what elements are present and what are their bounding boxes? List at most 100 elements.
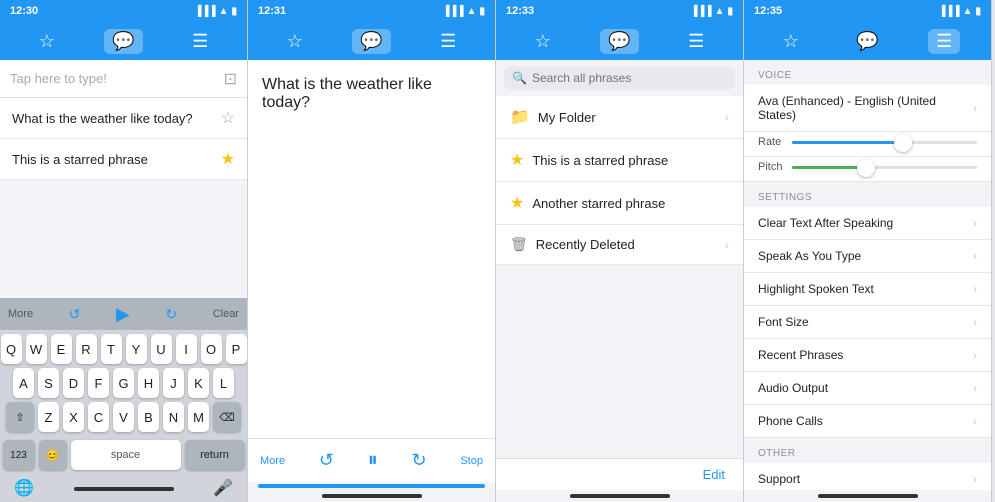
screen1: 12:30 ▐▐▐ ▲ ▮ ☆ 💬 ☰ Tap here to type! ⊡ … [0, 0, 248, 502]
text-input-area[interactable]: Tap here to type! ⊡ [0, 60, 247, 98]
section-voice: VOICE [744, 60, 991, 85]
key-return[interactable]: return [185, 440, 245, 470]
phrase-item-1[interactable]: What is the weather like today? ☆ [0, 98, 247, 139]
menu-icon[interactable]: ☰ [184, 29, 216, 54]
pitch-slider-thumb[interactable] [857, 159, 875, 177]
key-t[interactable]: T [101, 334, 122, 364]
globe-icon[interactable]: 🌐 [14, 478, 34, 498]
more-button-2[interactable]: More [260, 455, 285, 467]
play-icon[interactable]: ▶ [116, 304, 130, 325]
settings-recent-phrases[interactable]: Recent Phrases › [744, 339, 991, 372]
search-input[interactable] [532, 71, 727, 85]
menu-icon-3[interactable]: ☰ [680, 29, 712, 54]
favorites-icon-3[interactable]: ☆ [527, 29, 559, 54]
key-backspace[interactable]: ⌫ [213, 402, 241, 432]
key-c[interactable]: C [88, 402, 109, 432]
status-bar-1: 12:30 ▐▐▐ ▲ ▮ [0, 0, 247, 22]
status-icons-1: ▐▐▐ ▲ ▮ [194, 6, 237, 17]
camera-icon[interactable]: ⊡ [224, 69, 237, 89]
nav-bar-4: ☆ 💬 ☰ [744, 22, 991, 60]
star-filled-icon-1[interactable]: ★ [221, 149, 235, 169]
key-a[interactable]: A [13, 368, 34, 398]
forward-icon[interactable]: ↻ [411, 450, 426, 471]
pitch-slider-track[interactable] [792, 166, 977, 169]
key-g[interactable]: G [113, 368, 134, 398]
search-bar[interactable]: 🔍 [504, 66, 735, 90]
battery-icon-2: ▮ [479, 6, 485, 17]
key-m[interactable]: M [188, 402, 209, 432]
key-b[interactable]: B [138, 402, 159, 432]
settings-font-size[interactable]: Font Size › [744, 306, 991, 339]
key-z[interactable]: Z [38, 402, 59, 432]
folder-item-deleted[interactable]: 🗑 Recently Deleted › [496, 225, 743, 265]
key-emoji[interactable]: 😊 [39, 440, 67, 470]
settings-clear-text[interactable]: Clear Text After Speaking › [744, 207, 991, 240]
key-r[interactable]: R [76, 334, 97, 364]
search-icon: 🔍 [512, 71, 527, 85]
screen2: 12:31 ▐▐▐ ▲ ▮ ☆ 💬 ☰ What is the weather … [248, 0, 496, 502]
mic-icon[interactable]: 🎤 [213, 478, 233, 498]
playback-bar: More ↺ ⏸ ↻ Stop [248, 438, 495, 482]
menu-icon-2[interactable]: ☰ [432, 29, 464, 54]
more-button[interactable]: More [8, 308, 33, 320]
key-shift[interactable]: ⇧ [6, 402, 34, 432]
screen3-bottom: Edit [496, 458, 743, 490]
favorites-icon-4[interactable]: ☆ [775, 29, 807, 54]
key-f[interactable]: F [88, 368, 109, 398]
key-s[interactable]: S [38, 368, 59, 398]
section-other: OTHER [744, 438, 991, 463]
speech-icon[interactable]: 💬 [104, 29, 142, 54]
key-row-2: A S D F G H J K L [2, 368, 245, 398]
key-k[interactable]: K [188, 368, 209, 398]
key-y[interactable]: Y [126, 334, 147, 364]
key-i[interactable]: I [176, 334, 197, 364]
edit-button[interactable]: Edit [693, 463, 735, 486]
key-l[interactable]: L [213, 368, 234, 398]
rate-slider-container: Rate [744, 132, 991, 157]
redo-icon[interactable]: ↻ [165, 306, 177, 323]
folder-item-starred2[interactable]: ★ Another starred phrase [496, 182, 743, 225]
settings-audio-output[interactable]: Audio Output › [744, 372, 991, 405]
key-j[interactable]: J [163, 368, 184, 398]
settings-speak-as-you-type[interactable]: Speak As You Type › [744, 240, 991, 273]
status-time-1: 12:30 [10, 5, 38, 17]
settings-highlight[interactable]: Highlight Spoken Text › [744, 273, 991, 306]
settings-support[interactable]: Support › [744, 463, 991, 490]
pause-icon[interactable]: ⏸ [368, 449, 378, 472]
undo-icon[interactable]: ↺ [69, 306, 81, 323]
trash-icon: 🗑 [510, 236, 528, 253]
wifi-icon-3: ▲ [715, 6, 725, 17]
key-123[interactable]: 123 [3, 440, 35, 470]
key-d[interactable]: D [63, 368, 84, 398]
rate-slider-track[interactable] [792, 141, 977, 144]
chevron-phone: › [973, 414, 977, 428]
key-h[interactable]: H [138, 368, 159, 398]
key-space[interactable]: space [71, 440, 181, 470]
favorites-icon-2[interactable]: ☆ [279, 29, 311, 54]
key-o[interactable]: O [201, 334, 222, 364]
key-p[interactable]: P [226, 334, 247, 364]
rewind-icon[interactable]: ↺ [319, 450, 334, 471]
stop-button[interactable]: Stop [460, 455, 483, 467]
speech-icon-3[interactable]: 💬 [600, 29, 638, 54]
rate-slider-fill [792, 141, 903, 144]
speech-icon-4[interactable]: 💬 [848, 29, 886, 54]
key-n[interactable]: N [163, 402, 184, 432]
menu-icon-4[interactable]: ☰ [928, 29, 960, 54]
folder-item-myfolder[interactable]: 📁 My Folder › [496, 96, 743, 139]
folder-item-starred1[interactable]: ★ This is a starred phrase [496, 139, 743, 182]
key-u[interactable]: U [151, 334, 172, 364]
key-v[interactable]: V [113, 402, 134, 432]
rate-slider-thumb[interactable] [894, 134, 912, 152]
key-w[interactable]: W [26, 334, 47, 364]
key-e[interactable]: E [51, 334, 72, 364]
key-x[interactable]: X [63, 402, 84, 432]
clear-button[interactable]: Clear [213, 308, 239, 320]
settings-phone-calls[interactable]: Phone Calls › [744, 405, 991, 438]
speech-icon-2[interactable]: 💬 [352, 29, 390, 54]
favorites-icon[interactable]: ☆ [31, 29, 63, 54]
key-q[interactable]: Q [1, 334, 22, 364]
settings-voice-item[interactable]: Ava (Enhanced) - English (United States)… [744, 85, 991, 132]
star-icon-1[interactable]: ☆ [221, 108, 235, 128]
phrase-item-2[interactable]: This is a starred phrase ★ [0, 139, 247, 180]
